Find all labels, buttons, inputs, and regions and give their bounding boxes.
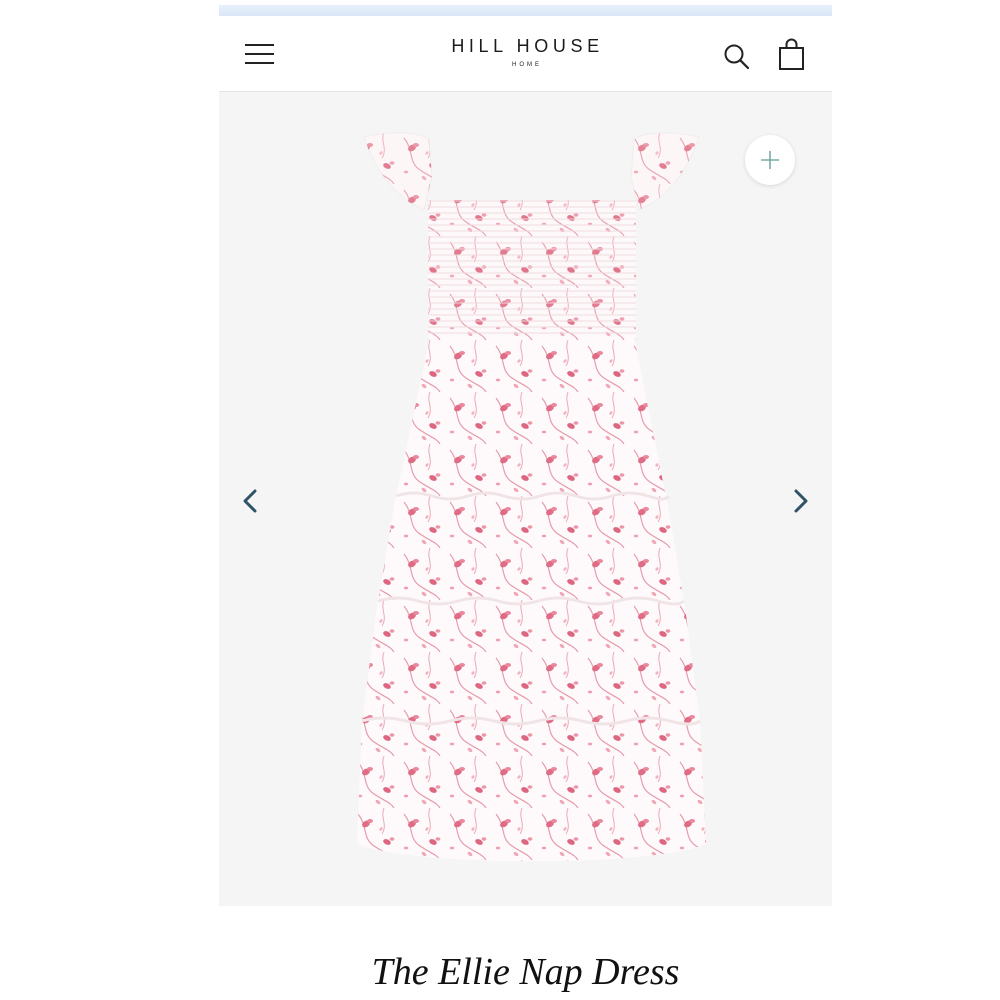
zoom-button[interactable] [745, 135, 795, 185]
site-header: HILL HOUSE HOME [219, 16, 832, 92]
product-image-gallery [219, 92, 832, 906]
product-page: HILL HOUSE HOME The Ellie Nap Dress [219, 0, 832, 1000]
hamburger-menu-icon[interactable] [245, 42, 275, 66]
search-icon[interactable] [722, 42, 752, 72]
chevron-left-icon [243, 489, 257, 513]
previous-image-button[interactable] [236, 482, 266, 522]
brand-name: HILL HOUSE [451, 36, 604, 56]
chevron-right-icon [794, 489, 808, 513]
browser-top-strip [219, 5, 832, 16]
product-title: The Ellie Nap Dress [371, 951, 680, 993]
dress-photo[interactable] [354, 132, 709, 872]
brand-subtitle: HOME [512, 62, 542, 68]
next-image-button[interactable] [787, 482, 817, 522]
plus-icon [761, 151, 779, 169]
shopping-bag-icon[interactable] [777, 38, 807, 72]
brand-logo[interactable]: HILL HOUSE HOME [369, 36, 682, 68]
